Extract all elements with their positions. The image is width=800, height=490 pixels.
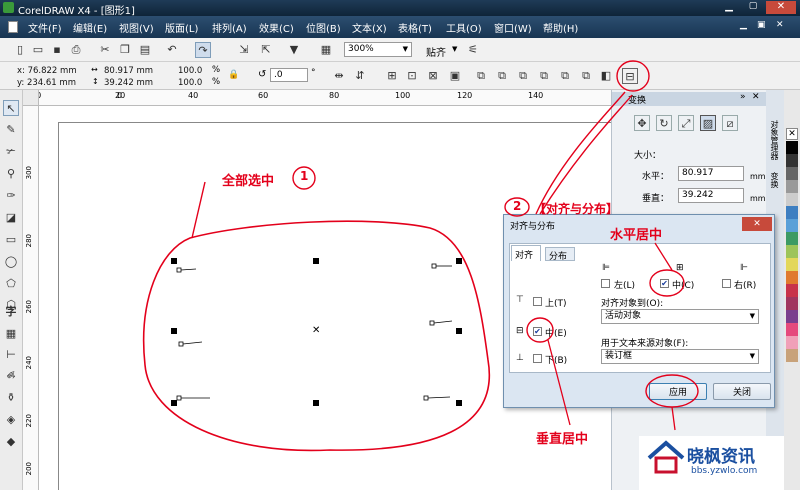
house-logo-icon <box>647 440 685 474</box>
apply-button-circle-annotation <box>645 374 699 408</box>
watermark-name: 晓枫资讯 <box>687 447 755 467</box>
watermark-url: bbs.yzwlo.com <box>691 466 758 476</box>
watermark: 晓枫资讯 bbs.yzwlo.com <box>639 436 784 490</box>
center-h-checkbox-circle-annotation <box>649 269 685 297</box>
pointer-line-annotation <box>547 339 571 426</box>
align-distribute-annotation: 【对齐与分布】 <box>534 202 619 216</box>
align-icon-circle-annotation <box>616 60 650 92</box>
num1-annotation: 1 <box>300 169 309 183</box>
arrow-line-annotation <box>539 94 633 215</box>
annotation-overlay <box>142 60 699 452</box>
v-center-annotation: 垂直居中 <box>536 432 589 447</box>
center-v-checkbox-circle-annotation <box>526 317 554 343</box>
select-all-annotation: 全部选中 <box>222 174 275 189</box>
pointer-line-annotation <box>654 242 673 271</box>
arrow-line-annotation <box>535 91 626 215</box>
pointer-line-annotation <box>191 181 206 239</box>
pointer-line-annotation <box>671 406 676 431</box>
num2-annotation: 2 <box>513 199 522 213</box>
selection-circle-annotation <box>142 220 491 452</box>
h-center-annotation: 水平居中 <box>610 228 663 243</box>
